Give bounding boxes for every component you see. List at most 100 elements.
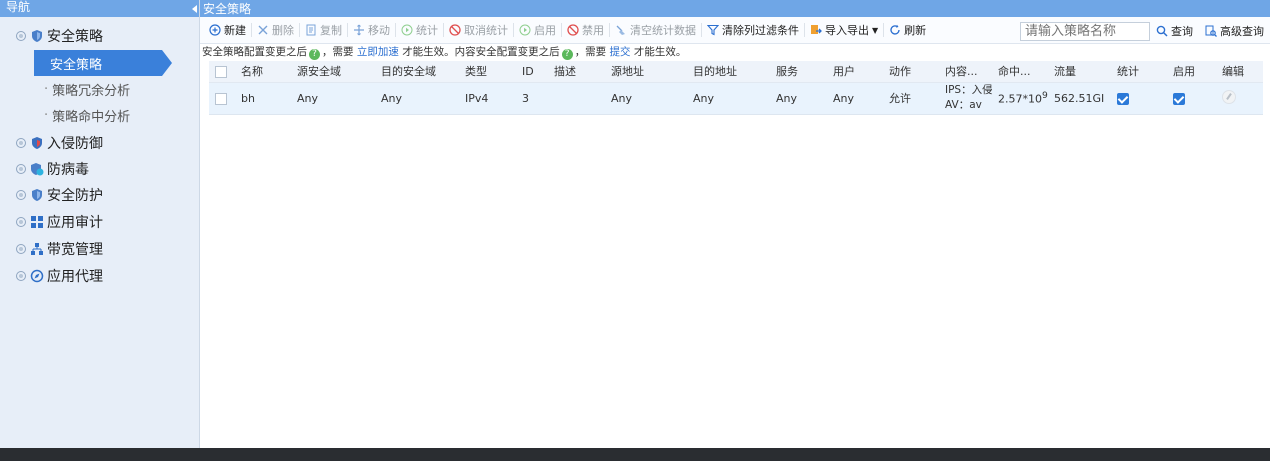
new-label: 新建 <box>224 24 246 37</box>
column-header[interactable]: 类型 <box>459 61 516 83</box>
notice-text: 安全策略配置变更之后 <box>202 46 307 58</box>
cell-service: Any <box>770 82 827 115</box>
title-bar: 安全策略 <box>192 0 1270 17</box>
expand-icon[interactable] <box>16 31 26 41</box>
expand-icon[interactable] <box>16 164 26 174</box>
import-export-label: 导入导出 <box>825 24 869 37</box>
copy-icon <box>306 24 316 36</box>
chevron-down-icon: ▼ <box>872 25 879 35</box>
clear-filters-label: 清除列过滤条件 <box>722 24 799 37</box>
edit-icon[interactable] <box>1222 89 1236 104</box>
expand-icon[interactable] <box>16 138 26 148</box>
notice-bar: 安全策略配置变更之后? ，需要 立即加速 才能生效。内容安全配置变更之后? ，需要 … <box>200 44 1270 61</box>
query-button[interactable]: 查询 <box>1156 23 1193 39</box>
nav-item-label: 安全策略 <box>50 57 103 73</box>
enable-button[interactable]: 启用 <box>514 20 561 40</box>
nav-group-intrusion-prevention[interactable]: 入侵防御 <box>0 130 200 156</box>
clear-filters-button[interactable]: 清除列过滤条件 <box>702 20 804 40</box>
cancel-stats-button[interactable]: 取消统计 <box>444 20 513 40</box>
stats-checkbox[interactable] <box>1117 92 1129 105</box>
search-input[interactable] <box>1020 21 1150 41</box>
nav-group-bandwidth[interactable]: 带宽管理 <box>0 236 200 262</box>
expand-icon[interactable] <box>16 244 26 254</box>
cell-content[interactable]: IPS：入侵 AV：av <box>939 82 992 115</box>
nav-header: 导航 <box>0 0 199 17</box>
delete-button[interactable]: 删除 <box>252 20 299 40</box>
disable-button[interactable]: 禁用 <box>562 20 609 40</box>
column-header[interactable]: 服务 <box>770 61 827 83</box>
nav-group-security-policy[interactable]: 安全策略 <box>0 23 200 49</box>
refresh-icon <box>890 24 900 35</box>
cell-stats[interactable] <box>1111 82 1167 115</box>
cell-name: bh <box>235 82 291 115</box>
move-label: 移动 <box>368 24 390 37</box>
navigation-panel: 导航 安全策略 安全策略 ·策略冗余分析 ·策略命中分析 入侵防御 防病毒 <box>0 0 200 448</box>
expand-icon[interactable] <box>16 190 26 200</box>
cell-user: Any <box>827 82 883 115</box>
notice-text: ，需要 <box>322 46 354 58</box>
expand-icon[interactable] <box>16 271 26 281</box>
move-icon <box>354 24 364 36</box>
column-header[interactable]: 启用 <box>1167 61 1216 83</box>
cancel-stats-label: 取消统计 <box>464 24 508 37</box>
hits-value: 2.57*10 <box>998 92 1042 106</box>
column-header[interactable]: 统计 <box>1111 61 1167 83</box>
cell-enabled[interactable] <box>1167 82 1216 115</box>
stats-button[interactable]: 统计 <box>396 20 443 40</box>
enabled-checkbox[interactable] <box>1173 92 1185 105</box>
notice-text: ，需要 <box>574 46 607 58</box>
grid-icon <box>31 216 43 228</box>
compass-icon <box>30 269 44 283</box>
column-header[interactable]: 动作 <box>883 61 939 83</box>
new-button[interactable]: 新建 <box>204 20 251 40</box>
cell-traffic[interactable]: 562.51GI <box>1048 82 1111 115</box>
column-header[interactable]: 流量 <box>1048 61 1111 83</box>
advanced-search-icon <box>1205 25 1217 37</box>
row-checkbox[interactable] <box>215 92 227 105</box>
row-select-cell[interactable] <box>209 82 235 115</box>
apply-now-link[interactable]: 立即加速 <box>357 46 399 58</box>
copy-button[interactable]: 复制 <box>300 20 347 40</box>
select-all-checkbox[interactable] <box>215 65 227 78</box>
help-icon[interactable]: ? <box>561 49 573 60</box>
column-header[interactable]: 命中... <box>992 61 1048 83</box>
nav-item-label: 策略冗余分析 <box>52 83 131 99</box>
clear-stats-button[interactable]: 清空统计数据 <box>610 20 701 40</box>
refresh-button[interactable]: 刷新 <box>884 20 931 40</box>
nav-item-security-policy[interactable]: 安全策略 <box>34 50 172 76</box>
submit-link[interactable]: 提交 <box>610 46 631 58</box>
table-row[interactable]: bh Any Any IPv4 3 Any Any Any Any 允许 IPS… <box>209 82 1263 115</box>
select-all-header[interactable] <box>209 61 235 83</box>
expand-icon[interactable] <box>16 217 26 227</box>
column-header[interactable]: 编辑 <box>1216 61 1263 83</box>
nav-item-hit-analysis[interactable]: · 策略命中分析 <box>0 102 200 128</box>
help-icon[interactable]: ? <box>309 49 320 60</box>
column-header[interactable]: 目的安全域 <box>375 61 459 83</box>
column-header[interactable]: ID <box>516 61 548 83</box>
column-header[interactable]: 名称 <box>235 61 291 83</box>
cell-edit[interactable] <box>1216 82 1263 115</box>
cell-hits[interactable]: 2.57*109 <box>992 82 1048 115</box>
collapse-nav-icon[interactable] <box>192 4 197 13</box>
plus-circle-icon <box>209 24 221 36</box>
column-header[interactable]: 源地址 <box>605 61 687 83</box>
nav-group-app-audit[interactable]: 应用审计 <box>0 209 200 235</box>
advanced-query-button[interactable]: 高级查询 <box>1205 23 1264 39</box>
column-header[interactable]: 描述 <box>548 61 605 83</box>
nav-group-antivirus[interactable]: 防病毒 <box>0 156 200 182</box>
import-export-button[interactable]: 导入导出 ▼ <box>805 20 883 40</box>
nav-item-label: 策略命中分析 <box>52 109 131 125</box>
column-header[interactable]: 源安全域 <box>291 61 375 83</box>
enable-label: 启用 <box>534 24 556 37</box>
nav-group-app-proxy[interactable]: 应用代理 <box>0 263 200 289</box>
nav-item-redundancy-analysis[interactable]: · 策略冗余分析 <box>0 76 200 102</box>
ban-icon <box>567 24 579 36</box>
cell-src-addr: Any <box>605 82 687 115</box>
move-button[interactable]: 移动 <box>348 20 395 40</box>
column-header[interactable]: 内容... <box>939 61 992 83</box>
notice-text: 才能生效。内容安全配置变更之后 <box>402 46 560 58</box>
column-header[interactable]: 用户 <box>827 61 883 83</box>
column-header[interactable]: 目的地址 <box>687 61 770 83</box>
toolbar: 新建 删除 复制 移动 统计 取消统计 启用 禁用 清空统计数据 清除列过滤条件… <box>200 17 1270 44</box>
nav-group-security-protection[interactable]: 安全防护 <box>0 182 200 208</box>
